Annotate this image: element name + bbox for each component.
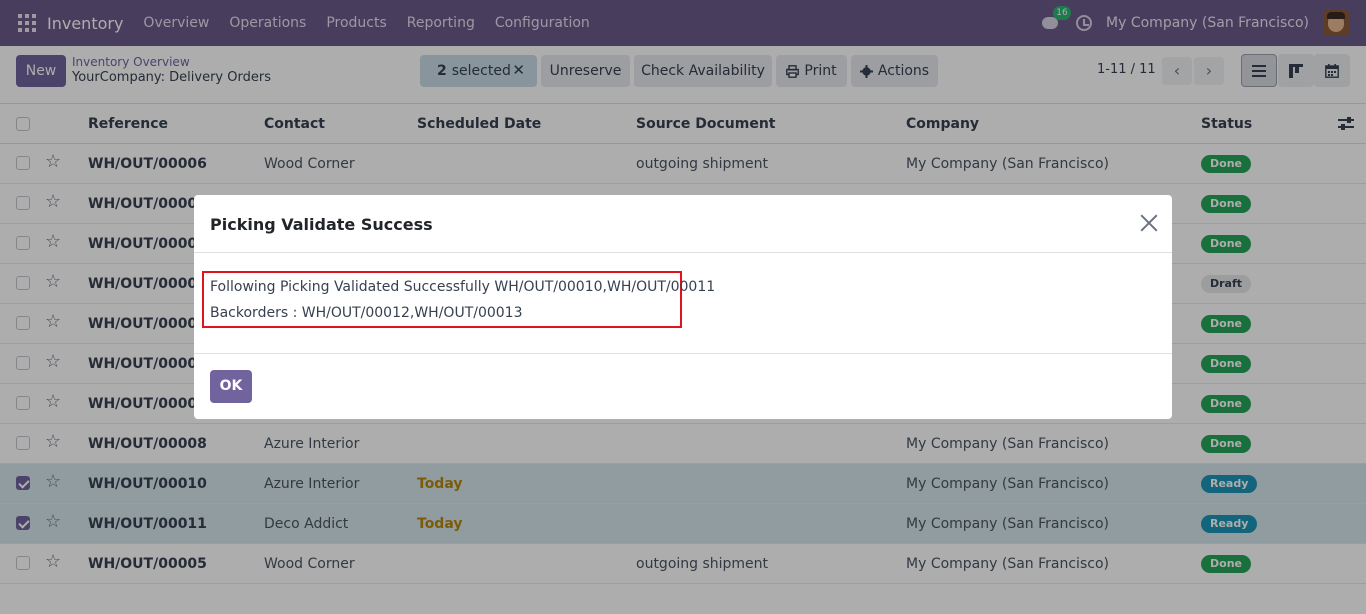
close-icon[interactable] xyxy=(1140,214,1158,232)
picking-validate-success-dialog: Picking Validate Success Following Picki… xyxy=(194,195,1172,419)
validated-message: Following Picking Validated Successfully… xyxy=(210,279,716,295)
modal-body: Following Picking Validated Successfully… xyxy=(194,253,1172,354)
ok-button[interactable]: OK xyxy=(210,370,252,403)
modal-title: Picking Validate Success xyxy=(210,215,433,234)
modal-header: Picking Validate Success xyxy=(194,195,1172,253)
backorders-message: Backorders : WH/OUT/00012,WH/OUT/00013 xyxy=(210,305,523,321)
